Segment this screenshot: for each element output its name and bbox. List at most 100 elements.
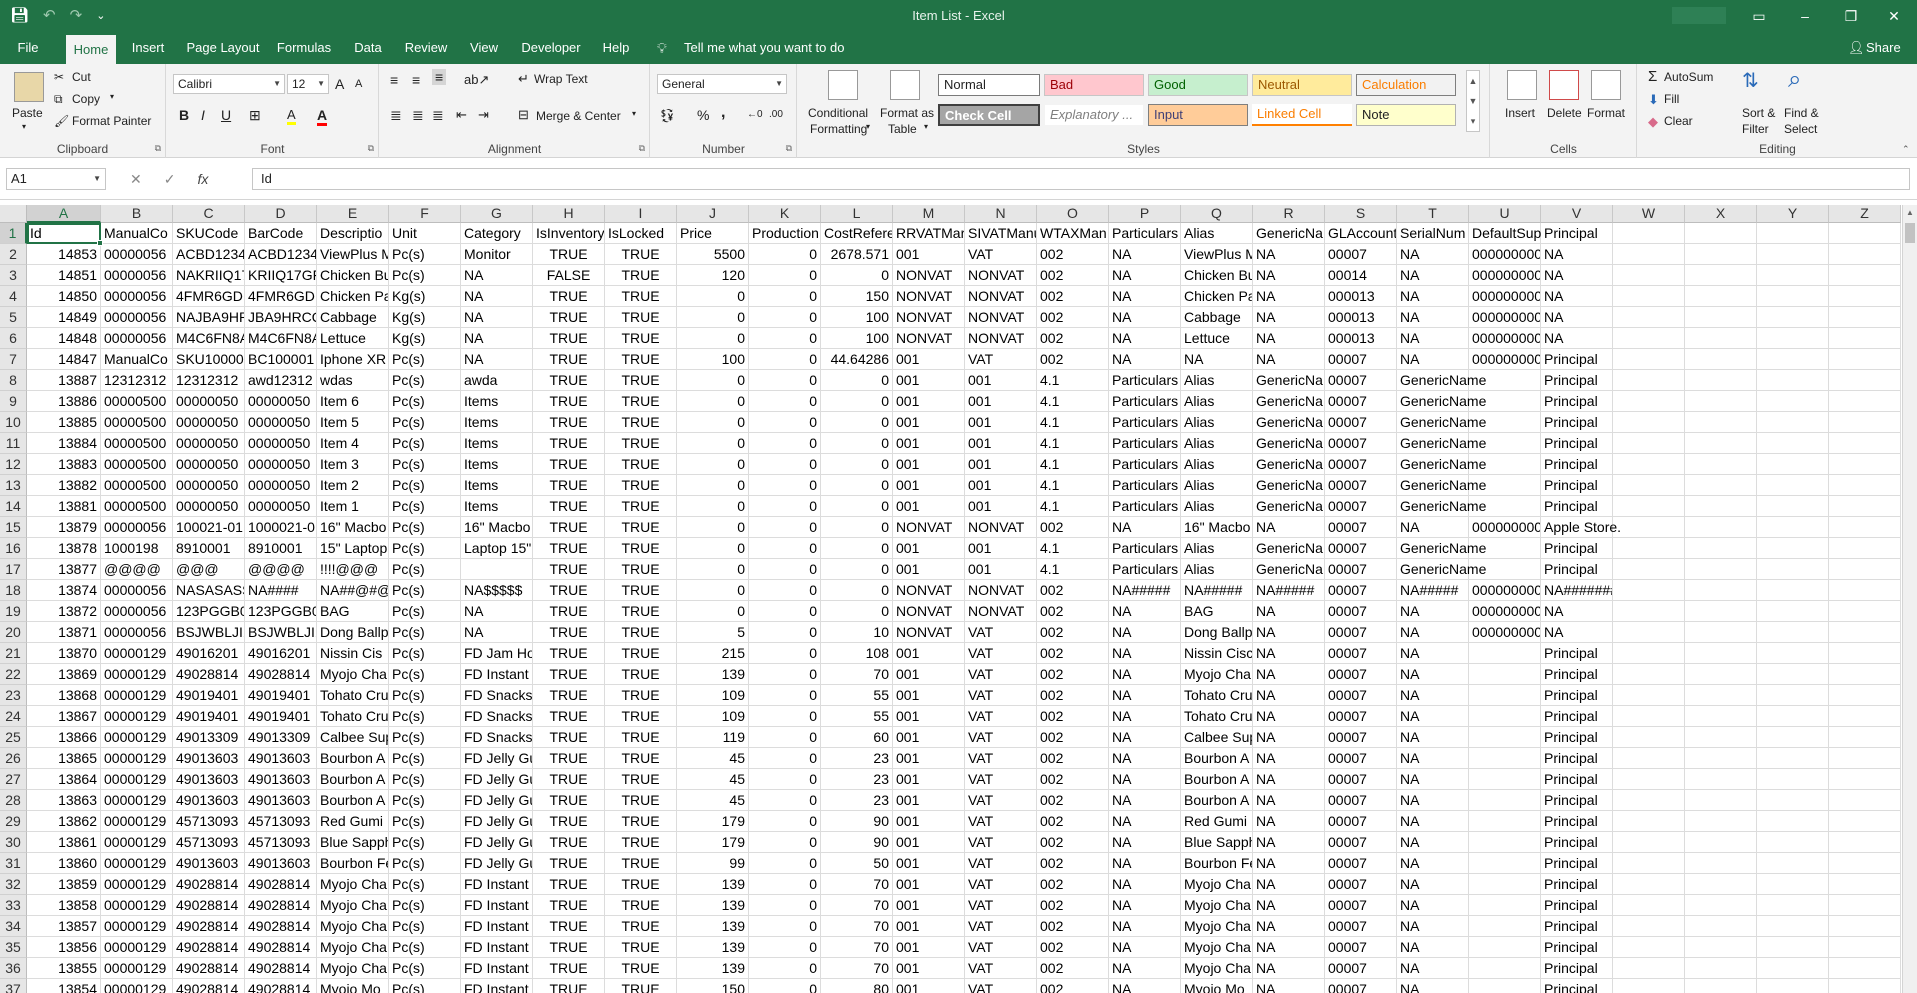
clipboard-launcher-icon[interactable]: ⧉	[155, 143, 161, 154]
cell-d11[interactable]: 00000050	[245, 433, 317, 454]
cell-g12[interactable]: Items	[461, 454, 533, 475]
cell-n23[interactable]: VAT	[965, 685, 1037, 706]
cell-a9[interactable]: 13886	[27, 391, 101, 412]
cell-s22[interactable]: 00007	[1325, 664, 1397, 685]
cell-d1[interactable]: BarCode	[245, 223, 317, 244]
cell-o33[interactable]: 002	[1037, 895, 1109, 916]
cell-x7[interactable]	[1685, 349, 1757, 370]
column-header-r[interactable]: R	[1253, 205, 1325, 223]
cell-n22[interactable]: VAT	[965, 664, 1037, 685]
cell-f34[interactable]: Pc(s)	[389, 916, 461, 937]
cell-m11[interactable]: 001	[893, 433, 965, 454]
cell-d14[interactable]: 00000050	[245, 496, 317, 517]
cell-h16[interactable]: TRUE	[533, 538, 605, 559]
column-header-y[interactable]: Y	[1757, 205, 1829, 223]
cell-h13[interactable]: TRUE	[533, 475, 605, 496]
cell-o28[interactable]: 002	[1037, 790, 1109, 811]
cell-t29[interactable]: NA	[1397, 811, 1469, 832]
cell-q19[interactable]: BAG	[1181, 601, 1253, 622]
format-as-table-icon[interactable]	[890, 70, 920, 100]
cell-t35[interactable]: NA	[1397, 937, 1469, 958]
cell-z10[interactable]	[1829, 412, 1901, 433]
cell-y31[interactable]	[1757, 853, 1829, 874]
cell-o20[interactable]: 002	[1037, 622, 1109, 643]
cell-c18[interactable]: NASASASS	[173, 580, 245, 601]
cell-f9[interactable]: Pc(s)	[389, 391, 461, 412]
cell-s23[interactable]: 00007	[1325, 685, 1397, 706]
cell-c5[interactable]: NAJBA9HR	[173, 307, 245, 328]
cell-d20[interactable]: BSJWBLJI1	[245, 622, 317, 643]
cell-d15[interactable]: 1000021-0	[245, 517, 317, 538]
cell-m3[interactable]: NONVAT	[893, 265, 965, 286]
cell-s31[interactable]: 00007	[1325, 853, 1397, 874]
cell-o13[interactable]: 4.1	[1037, 475, 1109, 496]
cell-m9[interactable]: 001	[893, 391, 965, 412]
cell-a31[interactable]: 13860	[27, 853, 101, 874]
cell-q35[interactable]: Myojo Cha	[1181, 937, 1253, 958]
cell-n27[interactable]: VAT	[965, 769, 1037, 790]
cell-m22[interactable]: 001	[893, 664, 965, 685]
cell-b10[interactable]: 00000500	[101, 412, 173, 433]
cell-i7[interactable]: TRUE	[605, 349, 677, 370]
scroll-up-icon[interactable]: ▲	[1903, 205, 1917, 220]
cell-o35[interactable]: 002	[1037, 937, 1109, 958]
restore-button[interactable]: ❐	[1828, 0, 1874, 32]
cell-g19[interactable]: NA	[461, 601, 533, 622]
cell-t24[interactable]: NA	[1397, 706, 1469, 727]
cell-h11[interactable]: TRUE	[533, 433, 605, 454]
cell-c22[interactable]: 49028814	[173, 664, 245, 685]
cell-d17[interactable]: @@@@	[245, 559, 317, 580]
cell-c6[interactable]: M4C6FN8A	[173, 328, 245, 349]
cell-y8[interactable]	[1757, 370, 1829, 391]
cell-q9[interactable]: Alias	[1181, 391, 1253, 412]
cell-v18[interactable]: NA#######	[1541, 580, 1613, 601]
cell-i10[interactable]: TRUE	[605, 412, 677, 433]
bottom-align-icon[interactable]: ≡	[432, 69, 447, 85]
cell-n35[interactable]: VAT	[965, 937, 1037, 958]
cell-z2[interactable]	[1829, 244, 1901, 265]
delete-cells-icon[interactable]	[1549, 70, 1579, 100]
cell-w23[interactable]	[1613, 685, 1685, 706]
cell-d25[interactable]: 49013309	[245, 727, 317, 748]
cell-b31[interactable]: 00000129	[101, 853, 173, 874]
cell-u5[interactable]: 000000000	[1469, 307, 1541, 328]
cell-s2[interactable]: 00007	[1325, 244, 1397, 265]
cell-i27[interactable]: TRUE	[605, 769, 677, 790]
cell-o14[interactable]: 4.1	[1037, 496, 1109, 517]
cell-e26[interactable]: Bourbon A	[317, 748, 389, 769]
cell-x11[interactable]	[1685, 433, 1757, 454]
cell-a4[interactable]: 14850	[27, 286, 101, 307]
cell-l34[interactable]: 70	[821, 916, 893, 937]
cell-h21[interactable]: TRUE	[533, 643, 605, 664]
cell-b26[interactable]: 00000129	[101, 748, 173, 769]
cell-g4[interactable]: NA	[461, 286, 533, 307]
cell-v4[interactable]: NA	[1541, 286, 1613, 307]
cell-l29[interactable]: 90	[821, 811, 893, 832]
cell-p19[interactable]: NA	[1109, 601, 1181, 622]
column-header-o[interactable]: O	[1037, 205, 1109, 223]
cell-p8[interactable]: Particulars	[1109, 370, 1181, 391]
cell-w22[interactable]	[1613, 664, 1685, 685]
cell-x21[interactable]	[1685, 643, 1757, 664]
cell-g25[interactable]: FD Snacks	[461, 727, 533, 748]
ribbon-display-icon[interactable]: ▭	[1736, 0, 1782, 32]
insert-cells-button[interactable]: Insert	[1505, 106, 1535, 120]
cell-a10[interactable]: 13885	[27, 412, 101, 433]
tab-page-layout[interactable]: Page Layout	[182, 32, 264, 64]
cell-i18[interactable]: TRUE	[605, 580, 677, 601]
cell-g35[interactable]: FD Instant	[461, 937, 533, 958]
cell-s4[interactable]: 000013	[1325, 286, 1397, 307]
cell-g29[interactable]: FD Jelly Gu	[461, 811, 533, 832]
cell-f13[interactable]: Pc(s)	[389, 475, 461, 496]
close-button[interactable]: ✕	[1871, 0, 1917, 32]
cell-e8[interactable]: wdas	[317, 370, 389, 391]
cell-q31[interactable]: Bourbon Fe	[1181, 853, 1253, 874]
row-header-34[interactable]: 34	[0, 916, 27, 937]
cell-k16[interactable]: 0	[749, 538, 821, 559]
cell-j13[interactable]: 0	[677, 475, 749, 496]
cell-r12[interactable]: GenericNa	[1253, 454, 1325, 475]
cell-e32[interactable]: Myojo Cha	[317, 874, 389, 895]
row-header-25[interactable]: 25	[0, 727, 27, 748]
cell-j12[interactable]: 0	[677, 454, 749, 475]
cell-v5[interactable]: NA	[1541, 307, 1613, 328]
